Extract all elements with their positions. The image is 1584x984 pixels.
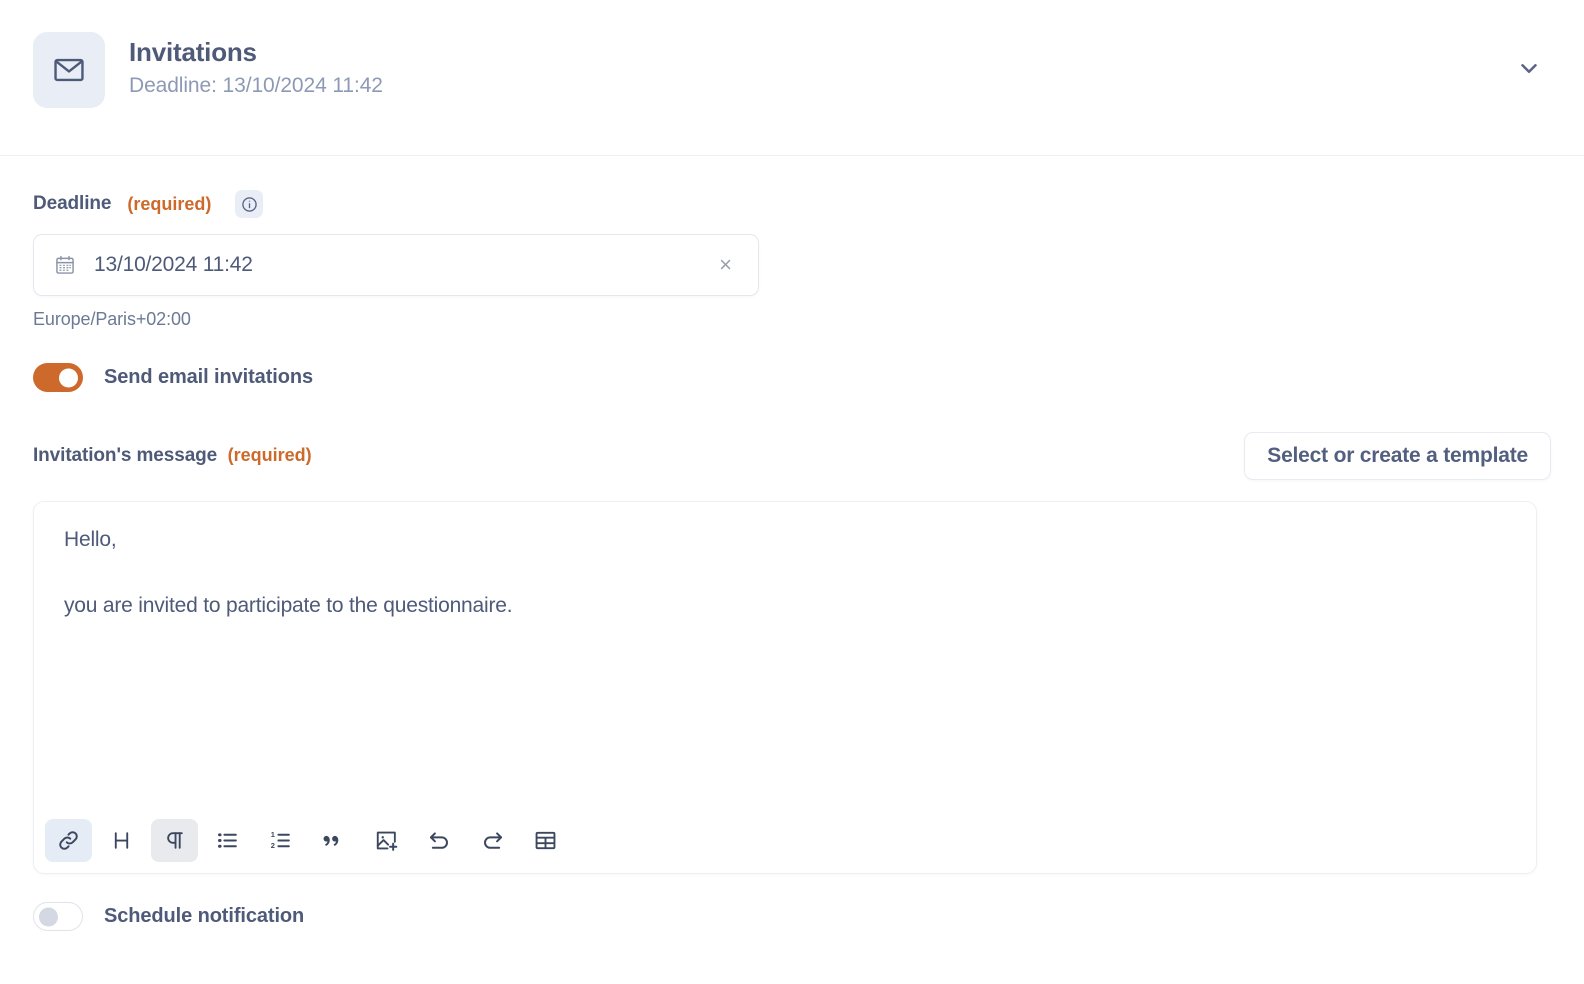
deadline-required-badge: (required) <box>127 193 212 214</box>
editor-line-1: Hello, <box>64 528 117 551</box>
deadline-label-row: Deadline (required) <box>33 190 1551 218</box>
select-or-create-template-button[interactable]: Select or create a template <box>1244 432 1551 480</box>
send-email-toggle-row: Send email invitations <box>33 363 1551 392</box>
svg-text:2: 2 <box>271 841 275 850</box>
header-deadline-subtitle: Deadline: 13/10/2024 11:42 <box>129 73 383 97</box>
envelope-icon <box>33 32 105 108</box>
invitations-panel: Invitations Deadline: 13/10/2024 11:42 D… <box>0 0 1584 984</box>
message-editor[interactable]: Hello, you are invited to participate to… <box>33 501 1537 874</box>
deadline-label: Deadline <box>33 193 112 214</box>
schedule-notification-toggle[interactable] <box>33 902 83 931</box>
toggle-knob <box>39 907 58 926</box>
numbered-list-icon[interactable]: 1 2 <box>257 819 304 862</box>
schedule-notification-row: Schedule notification <box>33 902 1551 931</box>
schedule-notification-label: Schedule notification <box>104 905 305 927</box>
message-label: Invitation's message <box>33 445 218 466</box>
quote-icon[interactable] <box>310 819 357 862</box>
panel-header: Invitations Deadline: 13/10/2024 11:42 <box>0 0 1584 156</box>
image-add-icon[interactable] <box>363 819 410 862</box>
message-required-badge: (required) <box>227 445 312 465</box>
message-label-group: Invitation's message (required) <box>33 445 312 467</box>
svg-text:1: 1 <box>271 830 275 839</box>
message-header-row: Invitation's message (required) Select o… <box>33 432 1551 480</box>
calendar-icon <box>54 254 76 276</box>
undo-icon[interactable] <box>416 819 463 862</box>
clear-icon[interactable]: × <box>715 250 736 280</box>
link-icon[interactable] <box>45 819 92 862</box>
send-email-invitations-toggle[interactable] <box>33 363 83 392</box>
toggle-knob <box>59 368 78 387</box>
redo-icon[interactable] <box>469 819 516 862</box>
info-circle-icon[interactable] <box>235 190 264 218</box>
paragraph-icon[interactable] <box>151 819 198 862</box>
table-icon[interactable] <box>522 819 569 862</box>
bullet-list-icon[interactable] <box>204 819 251 862</box>
editor-toolbar: 1 2 <box>45 819 569 862</box>
heading-icon[interactable] <box>98 819 145 862</box>
send-email-invitations-label: Send email invitations <box>104 366 313 388</box>
timezone-note: Europe/Paris+02:00 <box>33 309 191 329</box>
page-title: Invitations <box>129 37 257 67</box>
panel-body: Deadline (required) 13/10/2024 11:42 × E… <box>0 156 1584 931</box>
deadline-input[interactable]: 13/10/2024 11:42 × <box>33 234 759 296</box>
editor-line-2: you are invited to participate to the qu… <box>64 594 513 617</box>
header-text-group: Invitations Deadline: 13/10/2024 11:42 <box>129 32 383 98</box>
editor-content[interactable]: Hello, you are invited to participate to… <box>34 502 1536 618</box>
chevron-down-icon[interactable] <box>1516 55 1542 81</box>
deadline-value[interactable]: 13/10/2024 11:42 <box>94 253 715 277</box>
